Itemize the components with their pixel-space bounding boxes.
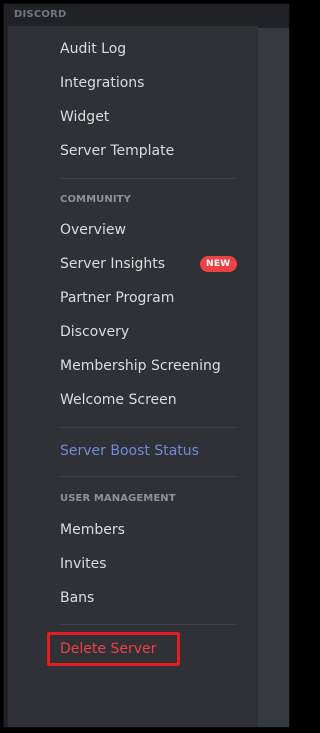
sidebar-item-discovery[interactable]: Discovery	[50, 317, 236, 347]
sidebar-item-integrations[interactable]: Integrations	[50, 68, 236, 98]
sidebar-item-audit-log[interactable]: Audit Log	[50, 34, 236, 64]
sidebar-item-label: Server Insights	[60, 256, 166, 272]
section-header-community: COMMUNITY	[60, 194, 131, 205]
sidebar-item-server-template[interactable]: Server Template	[50, 136, 236, 166]
divider	[60, 427, 236, 428]
sidebar-item-server-boost-status[interactable]: Server Boost Status	[50, 436, 236, 466]
sidebar-item-widget[interactable]: Widget	[50, 102, 236, 132]
sidebar-item-bans[interactable]: Bans	[50, 583, 236, 613]
divider	[60, 624, 236, 625]
sidebar-item-server-insights[interactable]: Server Insights NEW	[50, 249, 237, 279]
sidebar-item-invites[interactable]: Invites	[50, 549, 236, 579]
divider	[60, 476, 236, 477]
app-window: DISCORD Audit Log Integrations Widget Se…	[3, 3, 290, 728]
section-header-user-management: USER MANAGEMENT	[60, 493, 176, 504]
titlebar: DISCORD	[4, 4, 289, 26]
content-area	[258, 28, 289, 727]
divider	[60, 178, 236, 179]
sidebar-item-welcome-screen[interactable]: Welcome Screen	[50, 385, 236, 415]
sidebar-item-partner-program[interactable]: Partner Program	[50, 283, 236, 313]
new-badge: NEW	[200, 256, 237, 272]
highlight-box	[47, 632, 180, 666]
sidebar-item-overview[interactable]: Overview	[50, 215, 236, 245]
discord-wordmark: DISCORD	[14, 9, 67, 20]
sidebar-item-membership-screening[interactable]: Membership Screening	[50, 351, 236, 381]
sidebar-item-members[interactable]: Members	[50, 515, 236, 545]
